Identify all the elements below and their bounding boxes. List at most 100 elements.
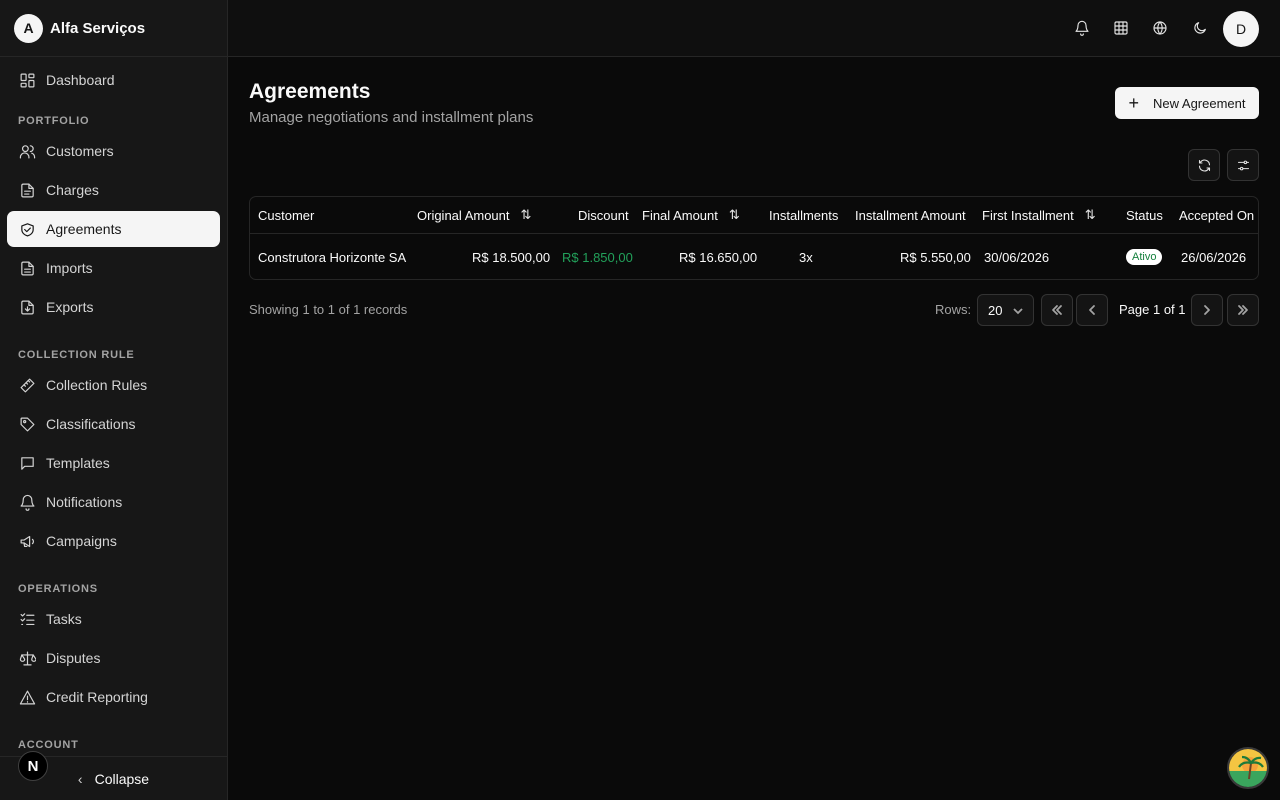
user-avatar[interactable]: D <box>1223 11 1259 47</box>
sidebar-item-dashboard[interactable]: Dashboard <box>7 62 220 98</box>
grid-icon[interactable] <box>1110 17 1132 39</box>
cell-installment-amount: R$ 5.550,00 <box>900 249 971 265</box>
cell-accepted-on: 26/06/2026 <box>1181 249 1247 265</box>
column-header-original-amount[interactable]: Original Amount ⇅ <box>417 197 531 233</box>
sidebar-item-notifications[interactable]: Notifications <box>7 484 220 520</box>
status-badge: Ativo <box>1126 249 1163 265</box>
sort-icon[interactable]: ⇅ <box>1085 207 1096 223</box>
column-header-discount[interactable]: Discount <box>578 197 629 233</box>
sidebar-item-label: Tasks <box>46 611 82 627</box>
column-header-installment-amount[interactable]: Installment Amount <box>855 197 966 233</box>
bell-icon <box>18 493 36 511</box>
first-page-button[interactable] <box>1041 294 1073 326</box>
file-import-icon <box>18 259 36 277</box>
column-header-installments[interactable]: Installments <box>769 197 838 233</box>
rows-per-page-value: 20 <box>988 302 1003 318</box>
chevron-left-icon <box>1086 304 1098 316</box>
cell-first-installment: 30/06/2026 <box>984 249 1050 265</box>
sidebar-item-campaigns[interactable]: Campaigns <box>7 523 220 559</box>
column-header-accepted-on[interactable]: Accepted On <box>1179 197 1254 233</box>
sidebar-item-tasks[interactable]: Tasks <box>7 601 220 637</box>
chevron-down-icon <box>1013 304 1023 315</box>
chevron-left-icon: ‹ <box>77 770 83 787</box>
section-label-operations: OPERATIONS <box>18 583 98 595</box>
sidebar-item-classifications[interactable]: Classifications <box>7 406 220 442</box>
refresh-button[interactable] <box>1188 149 1220 181</box>
agreements-table: Customer Original Amount ⇅ Discount Fina… <box>249 196 1259 280</box>
sidebar-item-label: Customers <box>46 143 114 159</box>
scale-icon <box>18 649 36 667</box>
sidebar-item-charges[interactable]: Charges <box>7 172 220 208</box>
cell-original-amount: R$ 18.500,00 <box>472 249 551 265</box>
sidebar-item-imports[interactable]: Imports <box>7 250 220 286</box>
chevron-right-icon <box>1201 304 1213 316</box>
chevrons-left-icon <box>1051 304 1063 316</box>
topbar: D <box>228 0 1280 57</box>
sidebar-item-templates[interactable]: Templates <box>7 445 220 481</box>
column-header-final-amount[interactable]: Final Amount ⇅ <box>642 197 740 233</box>
section-label-portfolio: PORTFOLIO <box>18 115 90 127</box>
brand-header[interactable]: A Alfa Serviços <box>0 0 227 57</box>
cell-final-amount: R$ 16.650,00 <box>679 249 758 265</box>
bell-icon[interactable] <box>1071 17 1093 39</box>
message-square-icon <box>18 454 36 472</box>
sidebar-item-label: Notifications <box>46 494 123 510</box>
column-header-status[interactable]: Status <box>1126 197 1163 233</box>
new-agreement-button[interactable]: + New Agreement <box>1115 87 1259 119</box>
rows-per-page-select[interactable]: 20 <box>977 294 1034 326</box>
sidebar-item-label: Templates <box>46 455 110 471</box>
sidebar-item-customers[interactable]: Customers <box>7 133 220 169</box>
sidebar-item-label: Agreements <box>46 221 122 237</box>
sidebar-item-label: Dashboard <box>46 72 115 88</box>
next-page-button[interactable] <box>1191 294 1223 326</box>
moon-icon[interactable] <box>1189 17 1211 39</box>
tag-icon <box>18 415 36 433</box>
list-checks-icon <box>18 610 36 628</box>
cell-installments: 3x <box>799 249 813 265</box>
column-header-first-installment[interactable]: First Installment ⇅ <box>982 197 1096 233</box>
column-label: First Installment <box>982 207 1074 223</box>
app-root: A Alfa Serviços Dashboard PORTFOLIO Cust… <box>0 0 1280 800</box>
rows-label: Rows: <box>935 302 972 317</box>
sort-icon[interactable]: ⇅ <box>729 207 740 223</box>
last-page-button[interactable] <box>1227 294 1259 326</box>
sidebar-item-credit-reporting[interactable]: Credit Reporting <box>7 679 220 715</box>
sidebar-item-label: Imports <box>46 260 93 276</box>
records-summary: Showing 1 to 1 of 1 records <box>249 302 408 317</box>
refresh-icon <box>1197 158 1212 173</box>
chevrons-right-icon <box>1237 304 1249 316</box>
cell-status: Ativo <box>1126 234 1163 279</box>
sort-icon[interactable]: ⇅ <box>521 207 532 223</box>
sidebar-nav: Dashboard PORTFOLIO Customers Charges Ag… <box>7 62 220 757</box>
cell-customer: Construtora Horizonte SA <box>258 249 407 265</box>
column-label: Final Amount <box>642 207 718 223</box>
sidebar-item-label: Charges <box>46 182 99 198</box>
filter-settings-button[interactable] <box>1227 149 1259 181</box>
users-icon <box>18 142 36 160</box>
alert-triangle-icon <box>18 688 36 706</box>
n-badge[interactable]: N <box>18 751 48 781</box>
ruler-icon <box>18 376 36 394</box>
dashboard-icon <box>18 71 36 89</box>
sidebar-item-exports[interactable]: Exports <box>7 289 220 325</box>
sidebar-item-label: Exports <box>46 299 94 315</box>
plus-icon: + <box>1128 93 1139 113</box>
sliders-icon <box>1236 158 1251 173</box>
table-row[interactable]: Construtora Horizonte SA R$ 18.500,00 R$… <box>250 234 1258 279</box>
brand-name: Alfa Serviços <box>50 19 146 37</box>
page-title: Agreements <box>249 80 371 103</box>
column-header-customer[interactable]: Customer <box>258 197 314 233</box>
table-header: Customer Original Amount ⇅ Discount Fina… <box>250 197 1258 234</box>
sidebar-item-collection-rules[interactable]: Collection Rules <box>7 367 220 403</box>
handshake-icon <box>18 220 36 238</box>
new-agreement-label: New Agreement <box>1153 95 1246 111</box>
globe-icon[interactable] <box>1149 17 1171 39</box>
sidebar-item-agreements[interactable]: Agreements <box>7 211 220 247</box>
section-label-account: ACCOUNT <box>18 739 79 751</box>
assistant-avatar[interactable] <box>1227 747 1269 789</box>
sidebar-item-label: Disputes <box>46 650 101 666</box>
previous-page-button[interactable] <box>1076 294 1108 326</box>
page-subtitle: Manage negotiations and installment plan… <box>249 109 534 126</box>
page-indicator: Page 1 of 1 <box>1119 302 1186 317</box>
sidebar-item-disputes[interactable]: Disputes <box>7 640 220 676</box>
